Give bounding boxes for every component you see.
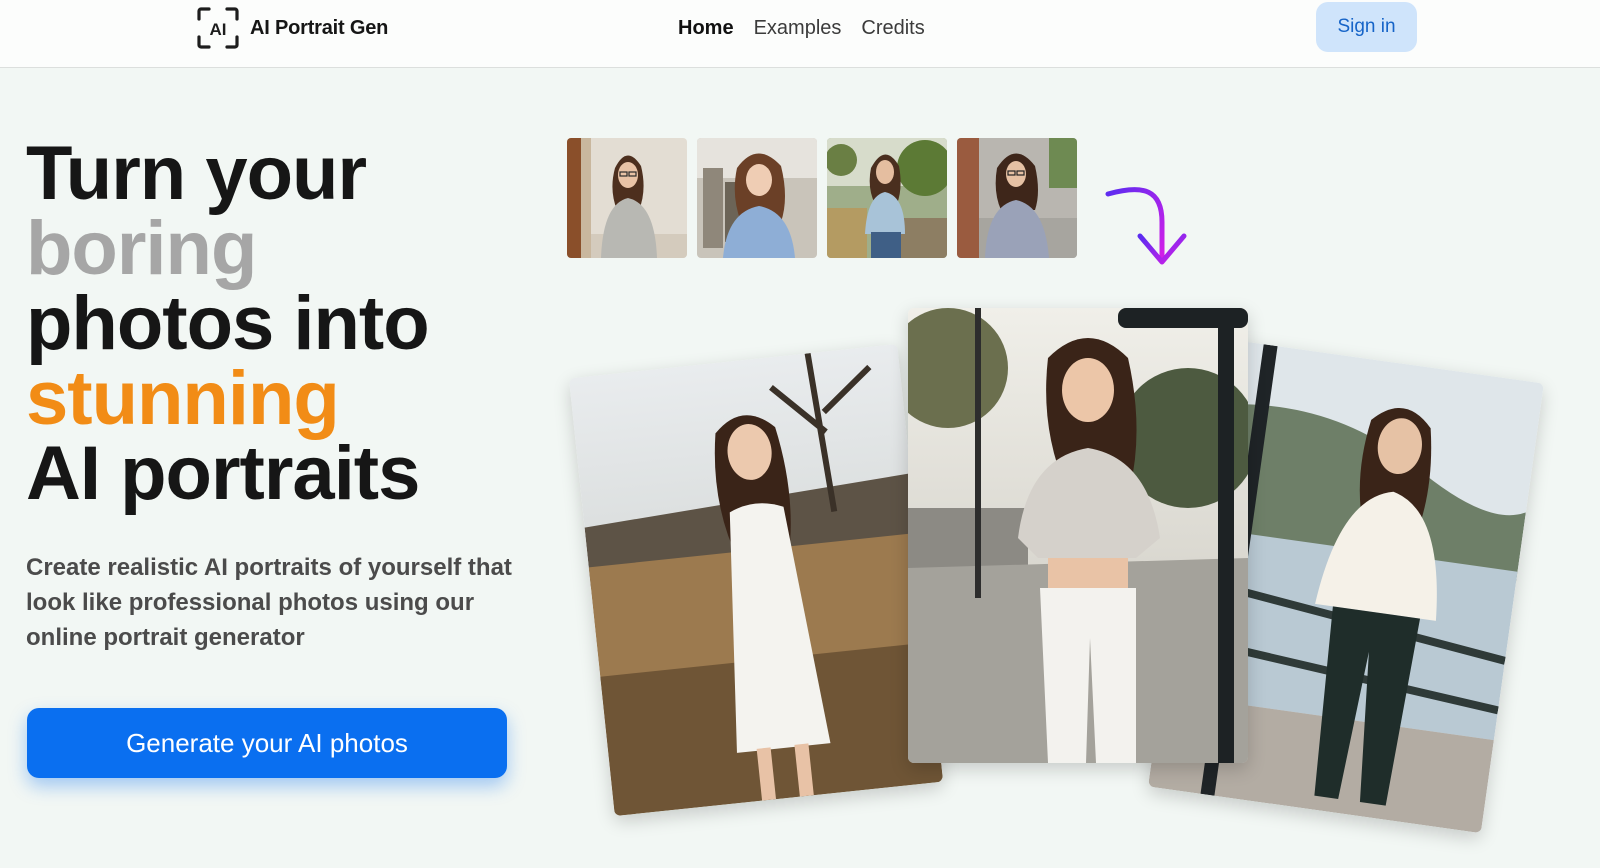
hero-headline: Turn your boring photos into stunning AI… <box>26 131 526 516</box>
brand-mark-text: AI <box>210 20 227 39</box>
curved-arrow-down-icon <box>1105 187 1187 265</box>
nav-link-credits[interactable]: Credits <box>861 14 924 42</box>
generated-portrait-white-dress <box>568 343 944 817</box>
generate-ai-photos-button[interactable]: Generate your AI photos <box>27 708 507 778</box>
input-photo-thumbnail <box>567 138 687 258</box>
input-photo-thumbnail <box>697 138 817 258</box>
brand-logo-link[interactable]: AI AI Portrait Gen <box>196 6 388 50</box>
input-photo-thumbnail <box>957 138 1077 258</box>
input-photo-thumbnail <box>827 138 947 258</box>
headline-line-3: photos into <box>26 281 430 366</box>
generated-portrait-white-trousers <box>908 308 1248 763</box>
main-nav: Home Examples Credits <box>678 14 925 42</box>
headline-line-2-muted: boring <box>26 206 257 291</box>
nav-link-home[interactable]: Home <box>678 14 734 42</box>
brand-name: AI Portrait Gen <box>250 16 389 39</box>
nav-link-examples[interactable]: Examples <box>754 14 842 42</box>
sign-in-button[interactable]: Sign in <box>1316 2 1417 52</box>
hero-subtitle: Create realistic AI portraits of yoursel… <box>26 554 512 651</box>
headline-line-4-accent: stunning <box>26 356 340 441</box>
top-navigation-bar: AI AI Portrait Gen Home Examples Credits… <box>0 0 1600 68</box>
ai-scan-logo-icon: AI <box>197 7 239 49</box>
headline-line-5: AI portraits <box>26 431 420 516</box>
headline-line-1: Turn your <box>26 131 367 216</box>
